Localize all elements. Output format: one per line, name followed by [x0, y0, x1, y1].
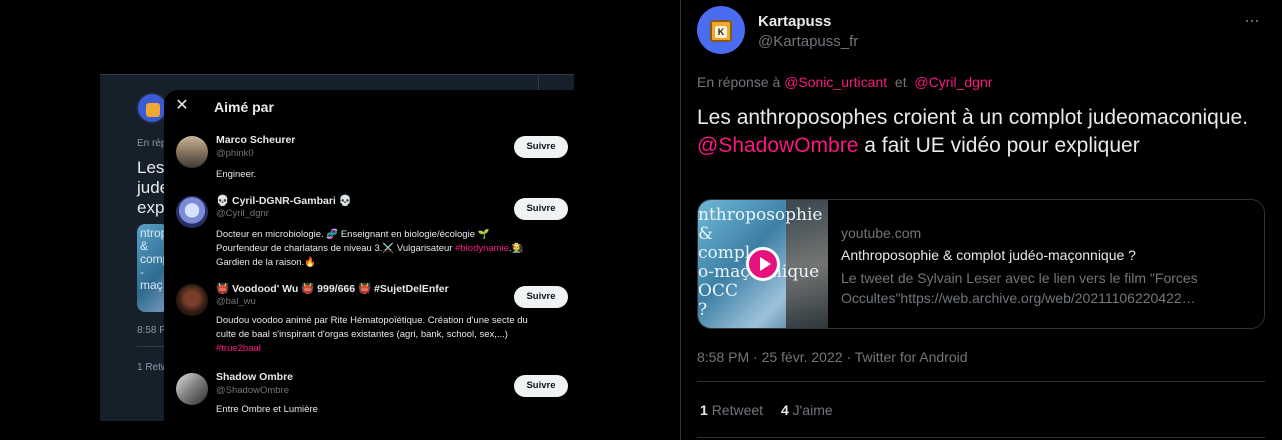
bio-line: Docteur en microbiologie. 🧬 Enseignant e… — [216, 229, 490, 240]
user-name[interactable]: 💀 Cyril-DGNR-Gambari 💀 — [216, 194, 352, 207]
list-item[interactable]: Marco Scheurer @phink0 Engineer. Suivre — [164, 134, 574, 180]
avatar-letter: K — [715, 26, 727, 38]
divider — [697, 381, 1265, 382]
bio-text: .🧑‍🌾 — [508, 243, 524, 254]
follow-button[interactable]: Suivre — [514, 198, 568, 220]
author-name[interactable]: Kartapuss — [758, 13, 831, 30]
mention-link[interactable]: @ShadowOmbre — [697, 134, 858, 157]
card-title[interactable]: Anthroposophie & complot judéo-maçonniqu… — [841, 247, 1136, 263]
user-name[interactable]: Shadow Ombre — [216, 371, 293, 383]
bio-line: Entre Ombre et Lumière — [216, 404, 318, 415]
bio-line: Doudou voodoo animé par Rite Hématopoïét… — [216, 315, 528, 326]
play-icon[interactable] — [746, 247, 780, 281]
author-handle[interactable]: @Kartapuss_fr — [758, 33, 858, 50]
user-bio: Docteur en microbiologie. 🧬 Enseignant e… — [216, 228, 566, 270]
close-icon[interactable]: ✕ — [174, 98, 190, 114]
modal-title: Aimé par — [214, 99, 274, 115]
link-card[interactable]: nthroposophie&complo-maçonniqueOCC? yout… — [697, 199, 1265, 329]
reply-prefix: En réponse à — [697, 74, 781, 90]
card-domain: youtube.com — [841, 225, 922, 241]
tweet-stats: 1 Retweet 4 J'aime — [700, 402, 847, 418]
reply-context: En réponse à @Sonic_urticant et @Cyril_d… — [697, 74, 992, 90]
user-handle[interactable]: @Cyril_dgnr — [216, 208, 269, 219]
liked-by-screenshot: En répo Les jude expli ntroposop&comp-ma… — [100, 74, 574, 421]
mention-link[interactable]: @Cyril_dgnr — [914, 74, 992, 90]
user-handle[interactable]: @phink0 — [216, 148, 254, 159]
bio-line: Engineer. — [216, 169, 257, 180]
liked-by-modal: ✕ Aimé par Marco Scheurer @phink0 Engine… — [164, 90, 574, 421]
user-bio: Doudou voodoo animé par Rite Hématopoïét… — [216, 314, 566, 356]
retweets-stat[interactable]: 1 Retweet — [700, 402, 763, 418]
follow-button[interactable]: Suivre — [514, 136, 568, 158]
bio-line: culte de baal s'inspirant d'orgas exista… — [216, 329, 508, 340]
user-bio: Entre Ombre et Lumière — [216, 403, 566, 417]
hashtag-link[interactable]: #biodynamie — [455, 243, 509, 254]
user-bio: Engineer. — [216, 168, 566, 182]
divider — [538, 74, 539, 90]
thumbnail-text-line: nthroposophie — [698, 205, 823, 225]
user-handle[interactable]: @ShadowOmbre — [216, 385, 289, 396]
likes-count: 4 — [780, 402, 789, 418]
mention-link[interactable]: @Sonic_urticant — [784, 74, 887, 90]
divider — [100, 74, 574, 75]
more-icon[interactable]: ··· — [1244, 10, 1260, 31]
likes-label: J'aime — [792, 402, 833, 418]
list-item[interactable]: 💀 Cyril-DGNR-Gambari 💀 @Cyril_dgnr Docte… — [164, 194, 574, 272]
avatar[interactable] — [176, 284, 208, 316]
card-description: Le tweet de Sylvain Leser avec le lien v… — [841, 270, 1198, 306]
bio-text: Pourfendeur de charlatans de niveau 3.⚔️… — [216, 243, 453, 254]
avatar[interactable] — [176, 373, 208, 405]
bio-line: Pourfendeur de charlatans de niveau 3.⚔️… — [216, 242, 566, 256]
background-tweet-text: Les — [137, 158, 165, 177]
modal-header: ✕ Aimé par — [164, 90, 574, 126]
thumbnail-text-line: OCC — [698, 281, 738, 301]
retweets-count: 1 — [700, 402, 708, 418]
media-text-line: -maç — [140, 265, 163, 292]
retweets-label: Retweet — [711, 402, 764, 418]
thumbnail-text-line: ? — [698, 300, 708, 320]
tweet-meta[interactable]: 8:58 PM · 25 févr. 2022 · Twitter for An… — [697, 349, 968, 365]
thumbnail-text-line: & — [698, 224, 714, 244]
reply-and: et — [894, 74, 907, 90]
follow-button[interactable]: Suivre — [514, 375, 568, 397]
background-timestamp: 8:58 P — [137, 325, 166, 336]
tweet-text-part: a fait UE vidéo pour expliquer — [858, 134, 1140, 157]
list-item[interactable]: 👹 Voodood' Wu 👹 999/666 👹 #SujetDelEnfer… — [164, 282, 574, 360]
bio-line: Gardien de la raison.🔥 — [216, 257, 317, 268]
user-name[interactable]: Marco Scheurer — [216, 134, 295, 146]
list-item[interactable]: Shadow Ombre @ShadowOmbre Entre Ombre et… — [164, 371, 574, 417]
tweet-text: Les anthroposophes croient à un complot … — [697, 104, 1267, 160]
avatar[interactable] — [176, 136, 208, 168]
user-handle[interactable]: @bal_wu — [216, 296, 256, 307]
divider — [697, 437, 1265, 438]
user-name[interactable]: 👹 Voodood' Wu 👹 999/666 👹 #SujetDelEnfer — [216, 282, 449, 295]
column-divider — [680, 0, 681, 440]
follow-button[interactable]: Suivre — [514, 286, 568, 308]
tweet-text-part: Les anthroposophes croient à un complot … — [697, 106, 1249, 129]
likes-stat[interactable]: 4 J'aime — [781, 402, 833, 418]
card-thumbnail[interactable]: nthroposophie&complo-maçonniqueOCC? — [698, 200, 828, 328]
avatar[interactable]: K — [697, 6, 745, 54]
hashtag-link[interactable]: #true2baal — [216, 342, 566, 356]
avatar[interactable] — [176, 196, 208, 228]
